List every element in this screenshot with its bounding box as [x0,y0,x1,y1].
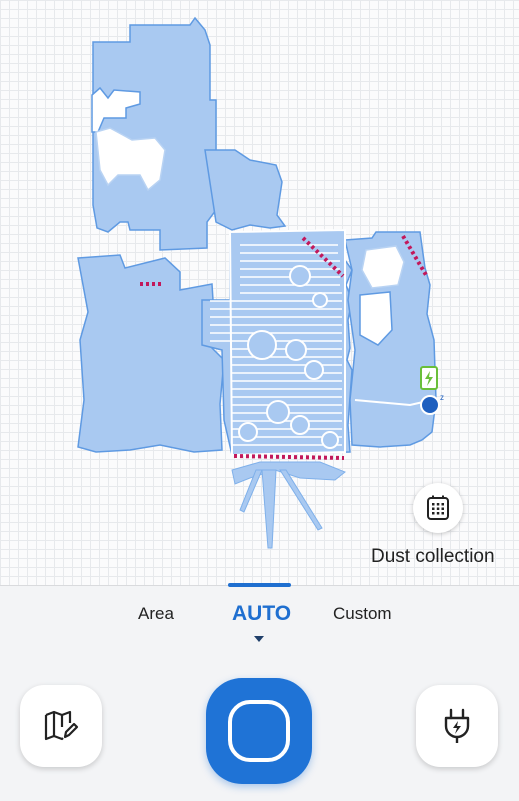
mode-selected-indicator [228,583,291,587]
mode-tab-area[interactable]: Area [138,604,174,624]
map-edit-button[interactable] [20,685,102,767]
start-clean-button[interactable] [206,678,312,784]
dust-collection-button[interactable] [413,483,463,533]
map-canvas[interactable]: z Dust collection [0,0,519,585]
dust-collection-icon [427,495,449,520]
svg-text:z: z [440,393,444,402]
plug-icon [444,708,470,743]
return-to-dock-button[interactable] [416,685,498,767]
caret-down-icon [254,636,264,642]
floor-spray [231,461,346,549]
mode-tab-auto[interactable]: AUTO [232,602,291,626]
map-edit-icon [44,710,79,741]
dust-collection-label: Dust collection [371,546,495,567]
charging-dock-icon [420,366,438,390]
mode-tab-custom[interactable]: Custom [333,604,392,624]
start-clean-icon [228,700,290,762]
